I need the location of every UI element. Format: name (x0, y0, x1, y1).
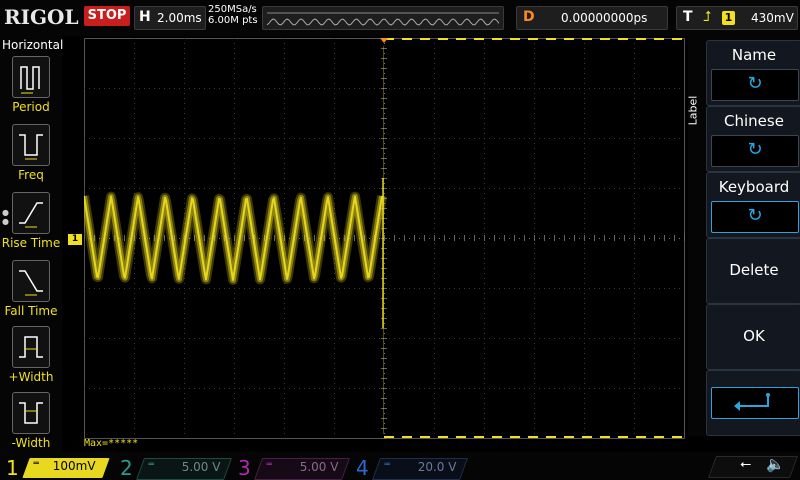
chinese-button[interactable]: Chinese ↻ (706, 106, 800, 172)
channel-1-scale-panel: ═ 100mV (22, 458, 110, 478)
measure-menu: Horizontal Period Freq ● ● Rise Time Fall… (0, 36, 64, 452)
channel-1-offset-marker[interactable]: 1 (68, 234, 82, 245)
speaker-muted-icon[interactable]: 🔈 (766, 455, 785, 473)
channel-1-trace (84, 46, 387, 434)
horizontal-key: H (139, 9, 151, 25)
measure-rise-time[interactable]: Rise Time (0, 192, 62, 258)
rising-edge-icon: ⮥ (703, 9, 712, 25)
trigger-level: 430mV (751, 11, 794, 25)
trigger-source: 1 (722, 11, 735, 25)
name-button[interactable]: Name ↻ (706, 40, 800, 106)
label-menu-tab: Label (686, 95, 700, 126)
waveform-grid (84, 38, 685, 439)
timebase-value: 2.00ms (157, 11, 202, 25)
channel-2-scale: 5.00 V (181, 460, 221, 474)
run-stop-indicator[interactable]: STOP (84, 6, 130, 26)
name-knob-field: ↻ (711, 69, 799, 101)
measurement-readout: Max=***** (84, 438, 139, 449)
channel-4-scale: 20.0 V (417, 460, 457, 474)
enter-button[interactable] (706, 370, 800, 436)
measure-fall-time[interactable]: Fall Time (0, 260, 62, 326)
channel-4-scale-panel: ═ 20.0 V (371, 458, 469, 480)
keyboard-knob-field: ↻ (711, 201, 799, 233)
measure-positive-width-label: +Width (8, 370, 54, 384)
sample-rate: 250MSa/s (208, 4, 257, 15)
ok-button[interactable]: OK (706, 304, 800, 370)
rotate-knob-icon: ↻ (747, 139, 763, 160)
measure-period[interactable]: Period (0, 56, 62, 122)
measure-menu-title: Horizontal (2, 38, 64, 52)
trigger-box[interactable]: T ⮥ 1 430mV (676, 6, 798, 30)
delete-button-label: Delete (729, 261, 779, 279)
period-measure-icon (12, 56, 50, 98)
measure-negative-width[interactable]: -Width (0, 392, 62, 458)
measure-freq[interactable]: Freq (0, 124, 62, 190)
trigger-key: T (683, 9, 693, 25)
channel-1-status[interactable]: 1 ═ 100mV (0, 454, 112, 480)
channel-4-status[interactable]: 4 ═ 20.0 V (350, 454, 469, 480)
rigol-logo: RIGOL (4, 5, 79, 29)
measure-period-label: Period (12, 100, 50, 114)
chinese-knob-field: ↻ (711, 135, 799, 167)
measure-rise-time-label: Rise Time (1, 236, 61, 250)
negative-width-icon (12, 392, 50, 434)
memory-overview-bar[interactable] (262, 6, 653, 30)
trigger-position-marker (380, 38, 388, 43)
fall-time-icon (12, 260, 50, 302)
channel-3-status[interactable]: 3 ═ 5.00 V (232, 454, 351, 480)
delete-button[interactable]: Delete (706, 238, 800, 304)
measure-freq-label: Freq (18, 168, 44, 182)
delay-value: 0.00000000ps (561, 11, 648, 25)
channel-2-number: 2 (120, 456, 133, 480)
enter-arrow-icon (734, 393, 770, 411)
channel-1-number: 1 (6, 456, 19, 480)
dc-coupling-icon: ═ (384, 460, 390, 470)
memory-depth: 6.00M pts (208, 15, 258, 26)
label-menu: Label Name ↻ Chinese ↻ Keyboard ↻ Delete… (686, 36, 800, 436)
acquisition-info: 250MSa/s 6.00M pts (208, 4, 258, 26)
enter-field (711, 387, 799, 419)
dc-coupling-icon: ═ (266, 460, 272, 470)
channel-3-scale: 5.00 V (299, 460, 339, 474)
usb-icon: ⭠ (740, 456, 752, 472)
horizontal-timebase-box[interactable]: H 2.00ms (134, 6, 206, 30)
channel-2-status[interactable]: 2 ═ 5.00 V (114, 454, 233, 480)
delay-box[interactable]: D 0.00000000ps (516, 6, 668, 30)
waveform-display[interactable] (84, 38, 686, 440)
channel-status-bar: 1 ═ 100mV 2 ═ 5.00 V 3 ═ 5.00 V 4 ═ 20.0… (0, 452, 800, 480)
rotate-knob-icon: ↻ (747, 73, 763, 94)
channel-3-number: 3 (238, 456, 251, 480)
rise-time-icon (12, 192, 50, 234)
name-button-label: Name (731, 46, 777, 64)
channel-2-scale-panel: ═ 5.00 V (135, 458, 233, 480)
delay-key: D (523, 9, 535, 25)
measure-positive-width[interactable]: +Width (0, 326, 62, 392)
rotate-knob-icon: ↻ (747, 205, 763, 226)
top-status-bar: RIGOL STOP H 2.00ms 250MSa/s 6.00M pts D… (0, 0, 800, 36)
channel-4-number: 4 (356, 456, 369, 480)
keyboard-button[interactable]: Keyboard ↻ (706, 172, 800, 238)
channel-1-scale: 100mV (52, 459, 96, 473)
chinese-button-label: Chinese (724, 112, 784, 130)
ok-button-label: OK (743, 327, 765, 345)
positive-width-icon (12, 326, 50, 368)
dc-coupling-icon: ═ (148, 460, 154, 470)
memory-overview-waveform (266, 12, 500, 26)
channel-3-scale-panel: ═ 5.00 V (253, 458, 351, 480)
frequency-measure-icon (12, 124, 50, 166)
measure-negative-width-label: -Width (11, 436, 51, 450)
dc-coupling-icon: ═ (33, 459, 39, 469)
keyboard-button-label: Keyboard (718, 178, 790, 196)
measure-fall-time-label: Fall Time (4, 304, 58, 318)
